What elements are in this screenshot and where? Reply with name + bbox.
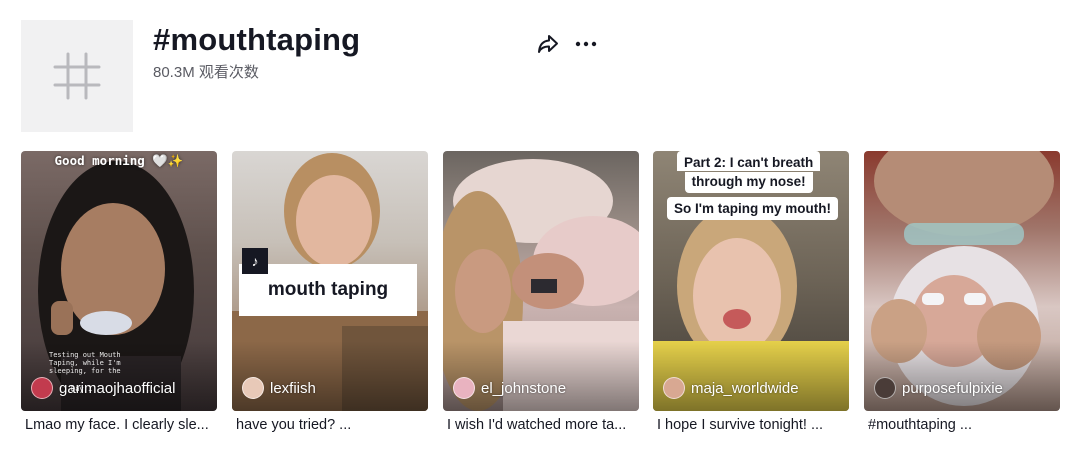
author-name: el_johnstone	[481, 379, 567, 397]
video-author[interactable]: lexfiish	[242, 377, 316, 399]
video-card[interactable]: Part 2: I can't breath through my nose! …	[653, 151, 849, 433]
more-icon	[575, 41, 597, 47]
thumbnail-art	[871, 151, 1054, 406]
overlay-line: Testing out Mouth	[49, 351, 121, 359]
video-overlay-caption: So I'm taping my mouth!	[667, 197, 838, 220]
page-title: #mouthtaping	[153, 22, 361, 57]
author-name: lexfiish	[270, 379, 316, 397]
video-author[interactable]: el_johnstone	[453, 377, 566, 399]
overlay-line: Part 2: I can't breath	[677, 151, 821, 171]
author-avatar	[242, 377, 264, 399]
video-caption[interactable]: have you tried? ...	[236, 417, 426, 433]
share-icon	[538, 35, 558, 53]
video-thumbnail[interactable]: Part 2: I can't breath through my nose! …	[653, 151, 849, 411]
more-button[interactable]	[572, 30, 600, 58]
video-thumbnail[interactable]	[443, 151, 639, 411]
video-card[interactable]: el_johnstone I wish I'd watched more ta.…	[443, 151, 639, 433]
hashtag-avatar	[21, 20, 133, 132]
tiktok-logo-icon: ♪	[242, 248, 268, 274]
video-overlay-text: Good morning 🤍✨	[54, 153, 184, 168]
video-caption[interactable]: #mouthtaping ...	[868, 417, 1058, 433]
text-sticker: mouth taping ♪	[239, 248, 417, 316]
author-name: maja_worldwide	[691, 379, 799, 397]
hashtag-icon	[53, 52, 101, 100]
overlay-line: So I'm taping my mouth!	[667, 197, 838, 220]
video-card[interactable]: purposefulpixie #mouthtaping ...	[864, 151, 1060, 433]
video-thumbnail[interactable]: Good morning 🤍✨ Testing out Mouth Taping…	[21, 151, 217, 411]
video-thumbnail[interactable]	[864, 151, 1060, 411]
overlay-line: sleeping, for the	[49, 367, 121, 375]
video-caption[interactable]: Lmao my face. I clearly sle...	[25, 417, 215, 433]
video-card[interactable]: Good morning 🤍✨ Testing out Mouth Taping…	[21, 151, 217, 433]
video-overlay-caption: Part 2: I can't breath through my nose!	[677, 151, 821, 193]
author-avatar	[453, 377, 475, 399]
share-button[interactable]	[534, 30, 562, 58]
overlay-line: through my nose!	[684, 172, 813, 193]
view-count: 80.3M 观看次数	[153, 64, 259, 81]
thumbnail-art	[443, 159, 639, 411]
video-caption[interactable]: I wish I'd watched more ta...	[447, 417, 637, 433]
video-caption[interactable]: I hope I survive tonight! ...	[657, 417, 847, 433]
video-overlay-small: Testing out Mouth Taping, while I'm slee…	[49, 351, 121, 393]
video-author[interactable]: purposefulpixie	[874, 377, 1003, 399]
author-avatar	[874, 377, 896, 399]
author-name: purposefulpixie	[902, 379, 1003, 397]
overlay-line: Day 1	[71, 385, 93, 393]
author-avatar	[663, 377, 685, 399]
overlay-line: Taping, while I'm	[49, 359, 121, 367]
video-author[interactable]: maja_worldwide	[663, 377, 799, 399]
video-card[interactable]: mouth taping ♪ lexfiish have you tried? …	[232, 151, 428, 433]
video-thumbnail[interactable]: mouth taping ♪	[232, 151, 428, 411]
